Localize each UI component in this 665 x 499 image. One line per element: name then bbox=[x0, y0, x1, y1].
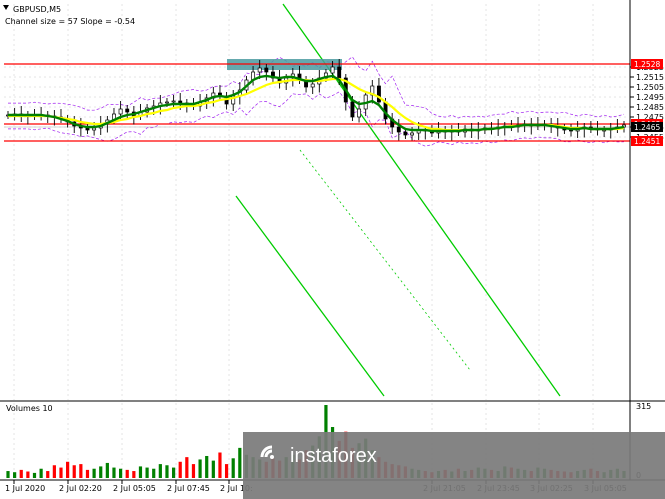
volume-bar bbox=[191, 464, 196, 478]
volume-bar bbox=[224, 464, 229, 478]
volume-bar bbox=[32, 472, 37, 478]
candle-body bbox=[92, 127, 97, 131]
volume-bar bbox=[138, 466, 143, 478]
volume-bar bbox=[39, 468, 43, 478]
candle-body bbox=[257, 67, 262, 73]
volume-bar bbox=[6, 471, 10, 478]
candle-body bbox=[118, 108, 123, 115]
symbol-title: GBPUSD,M5 bbox=[13, 5, 61, 14]
volume-bar bbox=[99, 466, 103, 478]
candle-body bbox=[403, 131, 408, 136]
candle-body bbox=[357, 108, 362, 118]
volume-tick-label: 315 bbox=[636, 402, 651, 411]
volume-bar bbox=[19, 469, 23, 478]
volume-label: Volumes 10 bbox=[6, 404, 53, 413]
volume-bar bbox=[26, 471, 30, 478]
candle-body bbox=[171, 100, 176, 103]
volume-bar bbox=[218, 452, 222, 478]
current-price-label: 1.2465 bbox=[634, 123, 660, 132]
volume-bar bbox=[145, 467, 149, 478]
volume-bar bbox=[72, 465, 76, 478]
price-tick-label: 1.2495 bbox=[636, 93, 664, 102]
volume-bar bbox=[205, 455, 209, 478]
candle-body bbox=[178, 100, 183, 104]
volume-bar bbox=[178, 461, 182, 478]
candle-body bbox=[396, 126, 401, 133]
volume-bar bbox=[158, 464, 162, 478]
candle-body bbox=[165, 101, 169, 104]
time-tick-label: 2 Jul 05:05 bbox=[113, 484, 156, 493]
volume-bar bbox=[211, 460, 215, 478]
volume-bar bbox=[105, 462, 109, 478]
candle-body bbox=[125, 108, 130, 113]
watermark: instaforex bbox=[243, 432, 665, 499]
volume-bar bbox=[112, 467, 116, 478]
candle-body bbox=[85, 127, 90, 131]
volume-bar bbox=[119, 468, 123, 478]
volume-bar bbox=[132, 471, 136, 478]
volume-bar bbox=[125, 469, 129, 478]
volume-bar bbox=[171, 467, 176, 478]
price-tick-label: 1.2505 bbox=[636, 83, 664, 92]
price-tick-label: 1.2515 bbox=[636, 73, 664, 82]
time-tick-label: 2 Jul 07:45 bbox=[167, 484, 210, 493]
time-tick-label: 2 Jul 02:20 bbox=[59, 484, 102, 493]
volume-bar bbox=[79, 464, 83, 478]
volume-bar bbox=[52, 465, 56, 478]
candle-body bbox=[410, 132, 414, 136]
volume-bar bbox=[85, 469, 90, 478]
candle-body bbox=[264, 67, 269, 73]
candle-body bbox=[310, 83, 315, 88]
candle-body bbox=[350, 101, 355, 118]
volume-bar bbox=[231, 458, 235, 478]
volume-bar bbox=[92, 468, 96, 478]
price-tick-label: 1.2485 bbox=[636, 103, 664, 112]
volume-bar bbox=[46, 471, 50, 478]
chart-window[interactable]: 1.25251.25151.25051.24951.24851.24751.24… bbox=[0, 0, 665, 499]
channel-info: Channel size = 57 Slope = -0.54 bbox=[5, 17, 135, 26]
level-price-label: 1.2528 bbox=[634, 60, 660, 69]
watermark-text: instaforex bbox=[290, 445, 377, 467]
candle-body bbox=[330, 66, 335, 74]
volume-bar bbox=[152, 468, 156, 478]
volume-bar bbox=[13, 472, 17, 478]
candle-body bbox=[337, 66, 342, 79]
volume-bar bbox=[198, 459, 202, 478]
volume-bar bbox=[165, 465, 169, 478]
time-tick-label: 1 Jul 2020 bbox=[5, 484, 45, 493]
volume-bar bbox=[66, 461, 70, 478]
volume-bar bbox=[238, 447, 242, 478]
volume-bar bbox=[59, 467, 63, 478]
volume-bar bbox=[185, 457, 189, 478]
candle-body bbox=[376, 85, 381, 103]
level-price-label: 1.2451 bbox=[634, 137, 660, 146]
